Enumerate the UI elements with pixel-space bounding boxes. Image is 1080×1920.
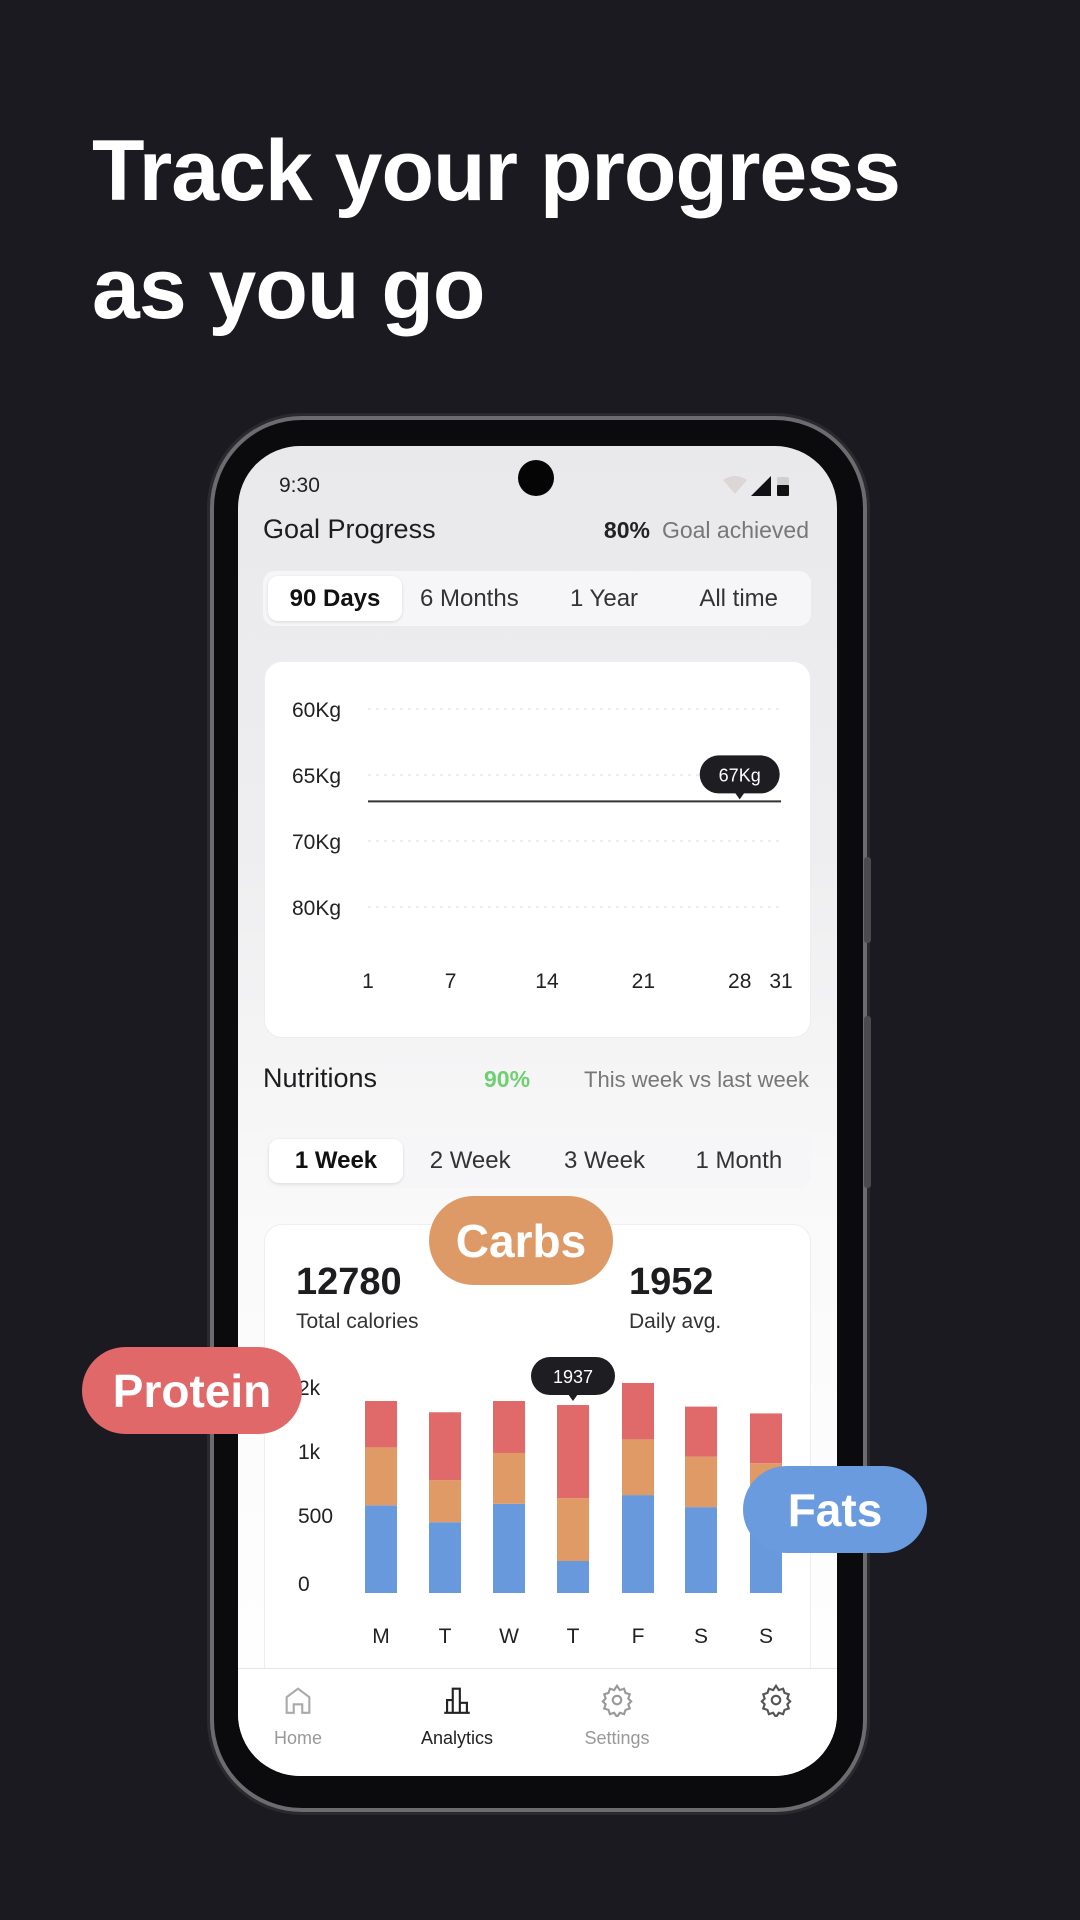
goal-title: Goal Progress (263, 514, 436, 544)
tab-90-days[interactable]: 90 Days (268, 576, 402, 621)
weight-chart-card: 60Kg 65Kg 70Kg 80Kg 1 7 14 21 28 31 67Kg (264, 661, 811, 1038)
phone-screen: 9:30 Goal Progress 80% Goal achieved 90 … (238, 446, 837, 1776)
gear-icon (601, 1683, 633, 1719)
bottom-nav: Home Analytics Settings (238, 1668, 837, 1776)
tab-all-time[interactable]: All time (671, 576, 806, 621)
wifi-icon (723, 476, 747, 494)
bar-segment-protein (685, 1406, 717, 1457)
y-tick-label: 70Kg (292, 831, 341, 854)
goal-percent: 80% (603, 517, 650, 543)
nutrition-range-tabs: 1 Week 2 Week 3 Week 1 Month (264, 1134, 811, 1188)
headline: Track your progress as you go (92, 112, 901, 348)
bar-segment-fats (622, 1495, 654, 1593)
y-tick-label: 60Kg (292, 699, 341, 722)
y-tick-label: 500 (298, 1505, 333, 1528)
headline-line-1: Track your progress (92, 123, 901, 219)
bar-segment-protein (493, 1401, 525, 1453)
x-tick-label: F (632, 1625, 645, 1648)
y-tick-label: 65Kg (292, 765, 341, 788)
battery-icon (777, 477, 789, 496)
y-tick-label: 0 (298, 1573, 310, 1596)
tab-2-week[interactable]: 2 Week (403, 1139, 537, 1183)
x-tick-label: W (499, 1625, 519, 1648)
y-tick-label: 80Kg (292, 897, 341, 920)
tab-1-week[interactable]: 1 Week (269, 1139, 403, 1183)
nav-analytics-label: Analytics (420, 1728, 494, 1748)
bar-tooltip-pointer (568, 1394, 578, 1402)
weight-tooltip-pointer (734, 792, 745, 800)
bar-segment-protein (750, 1413, 782, 1464)
bar-segment-protein (365, 1401, 397, 1448)
phone-side-button (864, 857, 871, 943)
nav-analytics[interactable]: Analytics (397, 1683, 517, 1749)
tab-1-month[interactable]: 1 Month (672, 1139, 806, 1183)
nutrition-caption: This week vs last week (584, 1067, 809, 1092)
phone-volume-button (864, 1016, 871, 1188)
x-tick-label: T (567, 1625, 580, 1648)
goal-summary: 80% Goal achieved (604, 517, 809, 544)
x-tick-label: 14 (535, 970, 559, 993)
camera-cutout (518, 460, 554, 496)
bar-segment-fats (685, 1507, 717, 1593)
tab-3-week[interactable]: 3 Week (537, 1139, 671, 1183)
nav-settings[interactable]: Settings (557, 1683, 677, 1749)
weight-chart: 60Kg 65Kg 70Kg 80Kg 1 7 14 21 28 31 67Kg (292, 699, 793, 993)
carbs-legend-bubble: Carbs (429, 1196, 613, 1285)
nutrition-card: 12780 Total calories 1952 Daily avg. 0 50… (264, 1224, 811, 1684)
x-tick-label: 7 (445, 970, 457, 993)
bar-chart-icon (444, 1687, 470, 1714)
nav-home-label: Home (273, 1728, 322, 1748)
bar-tooltip-label: 1937 (553, 1367, 593, 1387)
tab-1-year[interactable]: 1 Year (537, 576, 672, 621)
nav-settings-label: Settings (584, 1728, 650, 1748)
calorie-bar-chart: 05001k2kM T W T1937F S S (298, 1357, 782, 1648)
tab-6-months[interactable]: 6 Months (402, 576, 537, 621)
bar-segment-protein (429, 1412, 461, 1481)
bar-segment-carbs (365, 1447, 397, 1506)
x-tick-label: S (759, 1625, 773, 1648)
headline-line-2: as you go (92, 241, 485, 337)
goal-range-tabs: 90 Days 6 Months 1 Year All time (263, 571, 811, 626)
bar-segment-carbs (557, 1498, 589, 1561)
bar-segment-fats (365, 1505, 397, 1593)
bar-segment-fats (493, 1503, 525, 1593)
nav-settings-2[interactable] (716, 1683, 836, 1722)
bar-segment-fats (557, 1561, 589, 1593)
gear-icon (760, 1683, 792, 1719)
bar-segment-fats (429, 1522, 461, 1593)
bar-segment-carbs (622, 1439, 654, 1496)
nutrition-percent: 90% (484, 1066, 531, 1092)
bar-segment-protein (622, 1382, 654, 1440)
status-icons (723, 476, 789, 496)
bar-segment-carbs (493, 1452, 525, 1504)
x-tick-label: M (372, 1625, 390, 1648)
home-icon (285, 1687, 311, 1714)
x-tick-label: 21 (632, 970, 655, 993)
x-tick-label: S (694, 1625, 708, 1648)
bar-segment-carbs (429, 1480, 461, 1523)
fats-legend-bubble: Fats (743, 1466, 927, 1553)
bar-segment-carbs (685, 1456, 717, 1508)
x-tick-label: 1 (362, 970, 374, 993)
status-time: 9:30 (279, 474, 320, 497)
nav-home[interactable]: Home (238, 1683, 358, 1749)
y-tick-label: 1k (298, 1441, 321, 1464)
x-tick-label: 28 (728, 970, 751, 993)
protein-legend-bubble: Protein (82, 1347, 302, 1434)
weight-tooltip-label: 67Kg (719, 765, 761, 785)
goal-caption: Goal achieved (661, 517, 809, 543)
x-tick-label: T (439, 1625, 452, 1648)
bar-segment-protein (557, 1405, 589, 1499)
nutrition-title: Nutritions (263, 1063, 378, 1093)
signal-icon (751, 476, 771, 496)
x-tick-label: 31 (769, 970, 792, 993)
